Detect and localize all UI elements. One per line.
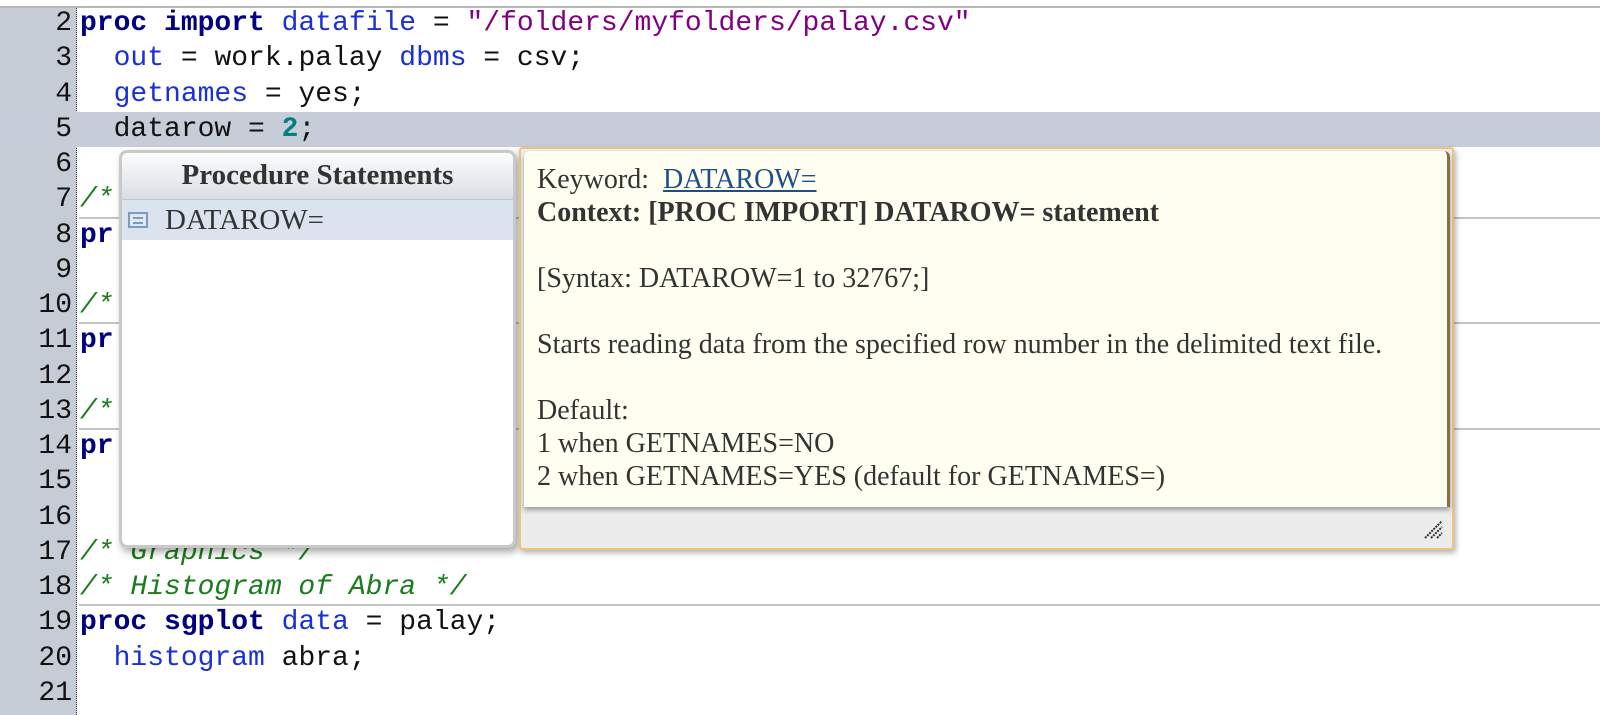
line-number: 21 <box>38 677 72 709</box>
code-text: histogram abra; <box>80 641 366 676</box>
token-text: = palay; <box>348 607 501 639</box>
keyword-help-panel: Keyword: DATAROW= Context: [PROC IMPORT]… <box>519 147 1454 550</box>
help-default-line: 1 when GETNAMES=NO <box>537 428 835 459</box>
line-number: 7 <box>55 184 72 216</box>
keyword-label: Keyword: <box>537 164 649 195</box>
code-text: datarow = 2; <box>80 112 316 147</box>
help-default-label: Default: <box>537 395 629 426</box>
token-kw-opt: dbms <box>399 43 467 75</box>
code-text: pr <box>80 429 114 464</box>
code-line[interactable]: 4 getnames = yes; <box>0 77 1600 112</box>
token-str: "/folders/myfolders/palay.csv" <box>466 8 971 39</box>
code-line[interactable]: 19 proc sgplot data = palay; <box>0 605 1600 640</box>
help-default-line: 2 when GETNAMES=YES (default for GETNAME… <box>537 461 1166 492</box>
code-line[interactable]: 20 histogram abra; <box>0 641 1600 676</box>
token-text: = csv; <box>466 43 585 75</box>
line-number: 12 <box>38 360 72 392</box>
line-number: 18 <box>38 572 72 603</box>
code-text: getnames = yes; <box>80 77 366 112</box>
token-kw-opt: data <box>281 607 349 639</box>
code-line[interactable]: 2 proc import datafile = "/folders/myfold… <box>0 6 1600 41</box>
token-kw-opt: histogram <box>113 642 265 674</box>
line-number: 14 <box>38 431 72 462</box>
code-text: proc import datafile = "/folders/myfolde… <box>80 6 971 41</box>
line-number: 19 <box>38 607 72 639</box>
autocomplete-header: Procedure Statements <box>122 153 513 200</box>
code-line[interactable]: 21 <box>0 676 1600 711</box>
statement-icon <box>128 212 148 228</box>
line-number: 5 <box>55 113 72 145</box>
token-kw-opt: getnames <box>113 78 249 110</box>
line-number: 3 <box>55 43 72 75</box>
line-number: 16 <box>38 501 72 533</box>
autocomplete-item-datarow[interactable]: DATAROW= <box>122 200 513 240</box>
token-cmt: /* <box>80 290 114 321</box>
code-text: pr <box>80 218 114 253</box>
code-text: /* <box>80 182 114 217</box>
token-cmt: /* <box>80 395 114 427</box>
token-kw-proc: pr <box>80 219 114 251</box>
help-description: Starts reading data from the specified r… <box>537 329 1383 360</box>
line-number: 10 <box>38 290 72 321</box>
autocomplete-popup: Procedure Statements DATAROW= <box>119 150 516 548</box>
code-text: out = work.palay dbms = csv; <box>80 41 585 76</box>
autocomplete-item-label: DATAROW= <box>165 203 325 236</box>
code-text: /* <box>80 288 114 323</box>
line-number: 8 <box>55 219 72 251</box>
token-text: = yes; <box>248 78 366 110</box>
token-text: = <box>416 8 467 39</box>
token-cmt: /* Histogram of Abra */ <box>80 572 467 603</box>
line-number: 11 <box>38 325 72 357</box>
line-number: 6 <box>55 149 72 180</box>
code-line-current[interactable]: 5 datarow = 2; <box>0 111 1600 147</box>
code-line[interactable]: 3 out = work.palay dbms = csv; <box>0 41 1600 76</box>
token-text: = work.palay <box>164 43 400 75</box>
token-kw-opt: datafile <box>281 8 417 39</box>
line-number: 17 <box>38 536 72 568</box>
line-number: 9 <box>55 254 72 286</box>
token-num: 2 <box>281 113 299 145</box>
token-kw-proc: pr <box>80 431 114 462</box>
editor-top-edge <box>0 0 1600 8</box>
code-text: proc sgplot data = palay; <box>80 605 500 640</box>
code-text: /* Histogram of Abra */ <box>80 570 466 605</box>
token-kw-proc: proc import <box>80 8 265 39</box>
token-kw-proc: proc sgplot <box>80 607 265 639</box>
token-text: ; <box>298 113 316 145</box>
help-context: Context: [PROC IMPORT] DATAROW= statemen… <box>537 197 1160 228</box>
token-cmt: /* <box>80 184 114 216</box>
help-content: Keyword: DATAROW= Context: [PROC IMPORT]… <box>524 151 1450 507</box>
code-line[interactable]: 18 /* Histogram of Abra */ <box>0 570 1600 605</box>
code-text: pr <box>80 323 114 358</box>
line-number: 15 <box>38 466 72 498</box>
token-text: datarow = <box>80 113 282 145</box>
token-kw-opt: out <box>113 43 165 75</box>
line-number: 13 <box>38 395 72 427</box>
token-text: abra; <box>264 642 366 674</box>
code-text: /* <box>80 394 114 429</box>
line-number: 4 <box>55 78 72 110</box>
resize-grip-icon[interactable] <box>1422 518 1444 540</box>
line-number: 20 <box>38 642 72 674</box>
token-kw-proc: pr <box>80 325 114 357</box>
line-number: 2 <box>55 8 72 39</box>
help-syntax: [Syntax: DATAROW=1 to 32767;] <box>537 263 930 294</box>
keyword-link[interactable]: DATAROW= <box>663 164 817 195</box>
help-keyword-line: Keyword: DATAROW= <box>537 163 1447 196</box>
